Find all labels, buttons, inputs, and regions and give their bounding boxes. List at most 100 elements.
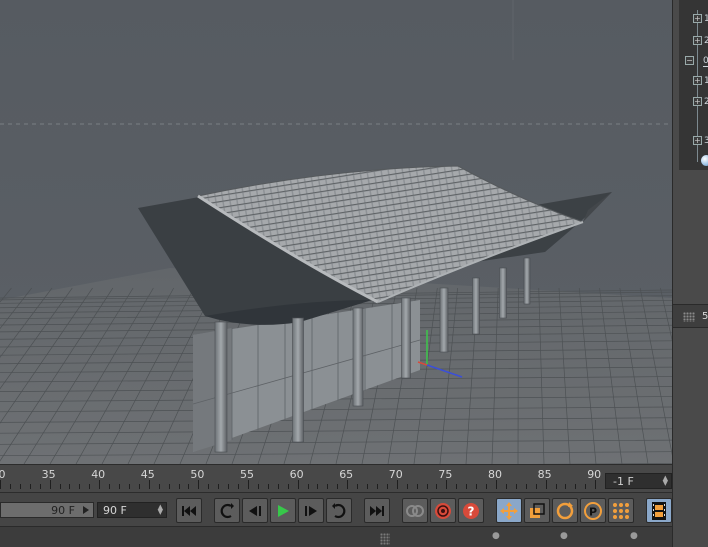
skip-to-start-icon (182, 505, 196, 516)
film-button[interactable] (646, 498, 672, 523)
tree-expand-icon[interactable]: + (693, 14, 702, 23)
tree-expand-icon[interactable]: + (693, 36, 702, 45)
rotate-tool-button[interactable] (552, 498, 578, 523)
dot-icon: ● (560, 531, 568, 541)
status-strip: ● ● ● (0, 526, 672, 547)
attributes-header: 5 (673, 304, 708, 328)
spinner-arrows-icon[interactable]: ▲ ▼ (158, 504, 163, 516)
timeline-tick-mark (406, 484, 408, 489)
timeline-tick-mark (436, 484, 438, 489)
current-frame-field[interactable]: -1 F ▲ ▼ (605, 473, 672, 489)
previous-key-button[interactable] (214, 498, 240, 523)
object-manager[interactable]: + 1 + 2 − 0 + 1 + 2 + 3 (679, 0, 708, 170)
sky-object-icon[interactable] (701, 155, 708, 166)
timeline-tick-label: 55 (240, 468, 254, 481)
skip-to-end-icon (370, 505, 384, 516)
tree-item-label: 2 (704, 36, 708, 46)
dot-icon: ● (630, 531, 638, 541)
tree-expand-icon[interactable]: + (693, 97, 702, 106)
dot-icon: ● (492, 531, 500, 541)
timeline-tick-mark (486, 484, 488, 489)
go-to-end-button[interactable] (364, 498, 390, 523)
panel-grip-icon[interactable] (683, 312, 695, 322)
timeline-tick-mark (337, 484, 339, 489)
tree-item-label: 0 (703, 56, 708, 67)
autokey-icon (435, 502, 451, 519)
step-back-icon (249, 505, 261, 516)
timeline-tick-mark (19, 484, 21, 489)
previous-frame-button[interactable] (242, 498, 268, 523)
transport-bar: 90 F 90 F ▲ ▼ ? P (0, 492, 672, 526)
timeline-tick-label: 60 (289, 468, 304, 481)
tree-item[interactable]: + 2 (679, 97, 708, 109)
3d-viewport[interactable] (0, 0, 672, 464)
timeline-tick-mark (505, 484, 507, 489)
max-frame-value: 90 F (51, 504, 75, 517)
play-button[interactable] (270, 498, 296, 523)
timeline-tick-mark (158, 484, 160, 489)
timeline-tick-mark (555, 484, 557, 489)
play-arrow-small-icon (83, 506, 89, 514)
timeline-tick-mark (79, 484, 81, 489)
tree-expand-icon[interactable]: + (693, 76, 702, 85)
timeline-tick-mark (565, 484, 567, 489)
timeline-tick-mark (545, 480, 547, 489)
timeline-tick-label: 35 (41, 468, 56, 481)
panel-grip-icon[interactable] (380, 533, 390, 545)
tree-item[interactable]: + 3 (679, 136, 708, 148)
tree-collapse-icon[interactable]: − (685, 56, 694, 65)
timeline-tick-mark (575, 484, 577, 489)
point-grid-icon (613, 502, 629, 519)
timeline-tick-mark (347, 480, 349, 489)
attributes-number: 5 (702, 311, 708, 322)
timeline-tick-mark (367, 484, 369, 489)
autokey-button[interactable] (430, 498, 456, 523)
timeline-tick-mark (426, 484, 428, 489)
next-frame-button[interactable] (298, 498, 324, 523)
tree-item-selected[interactable]: − 0 (679, 56, 708, 68)
timeline-tick-mark (0, 480, 1, 489)
timeline-tick-mark (515, 484, 517, 489)
timeline-tick-mark (119, 484, 121, 489)
svg-text:?: ? (468, 504, 475, 518)
tree-item-label: 2 (704, 97, 708, 107)
timeline-tick-mark (376, 484, 378, 489)
tree-item[interactable]: + 1 (679, 14, 708, 26)
rotate-icon (556, 501, 574, 519)
point-grid-button[interactable] (608, 498, 634, 523)
timeline-tick-mark (218, 484, 220, 489)
timeline-tick-mark (49, 480, 51, 489)
timeline-tick-mark (178, 484, 180, 489)
timeline-tick-label: 45 (140, 468, 155, 481)
timeline-tick-mark (99, 480, 101, 489)
tree-item[interactable]: + 1 (679, 76, 708, 88)
timeline-tick-mark (297, 480, 299, 489)
preview-max-frame-field[interactable]: 90 F (0, 502, 94, 518)
scale-tool-button[interactable] (524, 498, 550, 523)
tree-item[interactable]: + 2 (679, 36, 708, 48)
move-tool-button[interactable] (496, 498, 522, 523)
timeline-tick-mark (148, 480, 150, 489)
timeline-tick-mark (476, 484, 478, 489)
help-button[interactable]: ? (458, 498, 484, 523)
record-keys-icon (406, 504, 424, 517)
viewport-scene (0, 0, 672, 464)
next-key-button[interactable] (326, 498, 352, 523)
record-keys-button[interactable] (402, 498, 428, 523)
timeline-tick-mark (89, 484, 91, 489)
timeline-tick-label: 40 (91, 468, 106, 481)
timeline-tick-mark (446, 480, 448, 489)
timeline-tick-mark (466, 484, 468, 489)
timeline-ruler[interactable]: 0 35 40 45 50 55 60 65 70 75 80 85 90 -1 F ▲ ▼ (0, 464, 672, 492)
end-frame-field[interactable]: 90 F ▲ ▼ (97, 502, 167, 518)
go-to-start-button[interactable] (176, 498, 202, 523)
parameter-tool-button[interactable]: P (580, 498, 606, 523)
cinema4d-window: + 1 + 2 − 0 + 1 + 2 + 3 5 0 35 40 45 50 … (0, 0, 708, 547)
tree-expand-icon[interactable]: + (693, 136, 702, 145)
timeline-tick-mark (9, 484, 11, 489)
spinner-arrows-icon[interactable]: ▲ ▼ (663, 475, 668, 487)
parameter-icon: P (584, 501, 602, 520)
step-forward-icon (305, 505, 317, 516)
timeline-tick-mark (585, 484, 587, 489)
timeline-tick-mark (416, 484, 418, 489)
